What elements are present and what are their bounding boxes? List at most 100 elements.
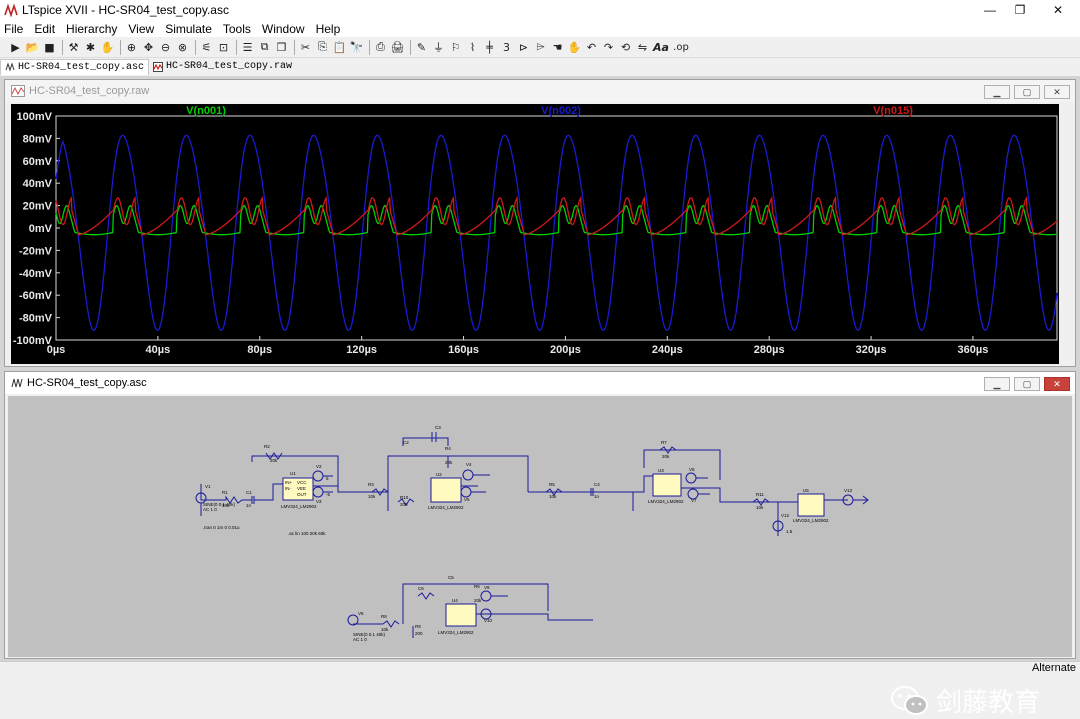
schematic-label-u4-part[interactable]: LMV324_LM2902: [438, 630, 474, 635]
paste-icon[interactable]: 📋: [332, 40, 347, 55]
schematic-label-r5[interactable]: R5: [549, 482, 555, 487]
trace-label-n015[interactable]: V(n015): [873, 105, 913, 117]
rotate-icon[interactable]: ⟲: [618, 40, 633, 55]
menu-help[interactable]: Help: [316, 22, 341, 36]
schematic-label-v10[interactable]: V10: [484, 618, 493, 623]
schematic-minimize-button[interactable]: ▁: [984, 377, 1010, 391]
schematic-label-u1-part[interactable]: LMV324_LM2902: [281, 504, 317, 509]
schematic-label-r8[interactable]: R8: [381, 614, 387, 619]
schematic-label-u1[interactable]: U1: [290, 471, 296, 476]
text-icon[interactable]: Aa: [652, 40, 670, 55]
close-button[interactable]: ✕: [1036, 0, 1080, 20]
print-icon[interactable]: ⎙: [373, 40, 388, 55]
waveform-minimize-button[interactable]: ▁: [984, 85, 1010, 99]
tab-schematic[interactable]: HC-SR04_test_copy.asc: [0, 58, 150, 75]
waveform-maximize-button[interactable]: ▢: [1014, 85, 1040, 99]
schematic-label-v6[interactable]: V6: [689, 467, 695, 472]
schematic-label-pin-inp[interactable]: IN+: [285, 480, 293, 485]
schematic-label-pin-vcc[interactable]: VCC: [297, 480, 307, 485]
schematic-label-c4[interactable]: C4: [594, 482, 600, 487]
waveform-close-button[interactable]: ✕: [1044, 85, 1070, 99]
schematic-label-c1-val[interactable]: 1n: [246, 503, 252, 508]
schematic-label-r9-val[interactable]: 200: [415, 631, 423, 636]
schematic-close-button[interactable]: ✕: [1044, 377, 1070, 391]
new-icon[interactable]: ▶: [8, 40, 23, 55]
schematic-label-u2[interactable]: U2: [436, 472, 442, 477]
print-preview-icon[interactable]: 🖨: [390, 40, 405, 55]
schematic-label-pin-vee[interactable]: VEE: [297, 486, 306, 491]
undo-icon[interactable]: ↶: [584, 40, 599, 55]
schematic-label-c5[interactable]: C5: [448, 575, 454, 580]
ground-icon[interactable]: ⏚: [431, 40, 446, 55]
schematic-label-r10[interactable]: R10: [400, 495, 409, 500]
drag-icon[interactable]: ✋: [567, 40, 582, 55]
trace-label-n002[interactable]: V(n002): [541, 105, 581, 117]
schematic-label-r2-val[interactable]: 20k: [270, 458, 278, 463]
menu-window[interactable]: Window: [262, 22, 305, 36]
schematic-label-c4-val[interactable]: 1n: [594, 494, 600, 499]
zoom-out-icon[interactable]: ⊖: [158, 40, 173, 55]
schematic-label-c1[interactable]: C1: [246, 490, 252, 495]
schematic-label-v8-ac[interactable]: AC 1 0: [353, 637, 367, 642]
label-net-icon[interactable]: ⚐: [448, 40, 463, 55]
schematic-label-r4-val[interactable]: 20k: [445, 460, 453, 465]
schematic-label-pin-out[interactable]: OUT: [297, 492, 307, 497]
schematic-canvas[interactable]: V1SINE(0 0.1 40k)AC 1 0R110kC11nR220kU1I…: [8, 396, 1072, 657]
schematic-window-titlebar[interactable]: HC-SR04_test_copy.asc: [5, 372, 1075, 394]
menu-view[interactable]: View: [128, 22, 154, 36]
open-icon[interactable]: 📂: [25, 40, 40, 55]
tile-horizontal-icon[interactable]: ⧉: [257, 40, 272, 55]
schematic-label-v8[interactable]: V8: [358, 611, 364, 616]
waveform-plot[interactable]: 100mV 80mV 60mV 40mV 20mV 0mV -20mV -40mV -60mV -…: [11, 104, 1059, 364]
schematic-label-r10-val[interactable]: 200: [400, 502, 408, 507]
schematic-label-r2[interactable]: R2: [264, 444, 270, 449]
redo-icon[interactable]: ↷: [601, 40, 616, 55]
schematic-label-v3[interactable]: V3: [316, 499, 322, 504]
schematic-label-v5[interactable]: V5: [464, 497, 470, 502]
schematic-label-u3-part[interactable]: LMV324_LM2902: [648, 499, 684, 504]
schematic-label-r11-val[interactable]: 10k: [756, 505, 764, 510]
zoom-full-icon[interactable]: ✥: [141, 40, 156, 55]
schematic-label-u5[interactable]: U5: [803, 488, 809, 493]
spice-directive-icon[interactable]: .op: [672, 40, 690, 55]
schematic-label-v1[interactable]: V1: [205, 484, 211, 489]
schematic-label-v3-val[interactable]: -5: [326, 492, 330, 497]
trace-label-n001[interactable]: V(n001): [186, 105, 226, 117]
schematic-label-v13[interactable]: V13: [844, 488, 853, 493]
schematic-label-r11[interactable]: R11: [756, 492, 764, 497]
menu-edit[interactable]: Edit: [34, 22, 55, 36]
schematic-label-r6-val[interactable]: 20k: [474, 598, 482, 603]
save-icon[interactable]: ■: [42, 40, 57, 55]
schematic-label-v12[interactable]: V12: [781, 513, 790, 518]
schematic-label-v2[interactable]: V2: [316, 464, 322, 469]
schematic-label-r5-val[interactable]: 10k: [549, 494, 557, 499]
control-panel-icon[interactable]: ⚒: [66, 40, 81, 55]
menu-simulate[interactable]: Simulate: [165, 22, 212, 36]
menu-file[interactable]: File: [4, 22, 23, 36]
run-icon[interactable]: ✱: [83, 40, 98, 55]
schematic-label-u3[interactable]: U3: [658, 468, 664, 473]
move-icon[interactable]: ☚: [550, 40, 565, 55]
schematic-label-u4[interactable]: U4: [452, 598, 458, 603]
mirror-icon[interactable]: ⇋: [635, 40, 650, 55]
autorange-icon[interactable]: ⚟: [199, 40, 214, 55]
schematic-label-c3[interactable]: C3: [435, 425, 441, 430]
schematic-label-v9[interactable]: V9: [484, 585, 490, 590]
schematic-label-r3[interactable]: R3: [368, 482, 374, 487]
find-icon[interactable]: 🔭: [349, 40, 364, 55]
menu-tools[interactable]: Tools: [223, 22, 251, 36]
schematic-maximize-button[interactable]: ▢: [1014, 377, 1040, 391]
tab-waveform[interactable]: HC-SR04_test_copy.raw: [149, 59, 296, 75]
menu-hierarchy[interactable]: Hierarchy: [66, 22, 117, 36]
schematic-label-r1-val[interactable]: 10k: [222, 503, 230, 508]
tile-vertical-icon[interactable]: ☰: [240, 40, 255, 55]
inductor-icon[interactable]: 3: [499, 40, 514, 55]
schematic-label-r9[interactable]: R9: [415, 624, 421, 629]
schematic-label-c6[interactable]: C6: [418, 586, 424, 591]
schematic-label-v4[interactable]: V4: [466, 462, 472, 467]
cut-icon[interactable]: ✂: [298, 40, 313, 55]
schematic-label-r7[interactable]: R7: [661, 440, 667, 445]
schematic-label-ac[interactable]: .ac lin 100 20k 60k: [288, 531, 326, 536]
component-icon[interactable]: ⌲: [533, 40, 548, 55]
schematic-label-v7[interactable]: V7: [691, 498, 697, 503]
